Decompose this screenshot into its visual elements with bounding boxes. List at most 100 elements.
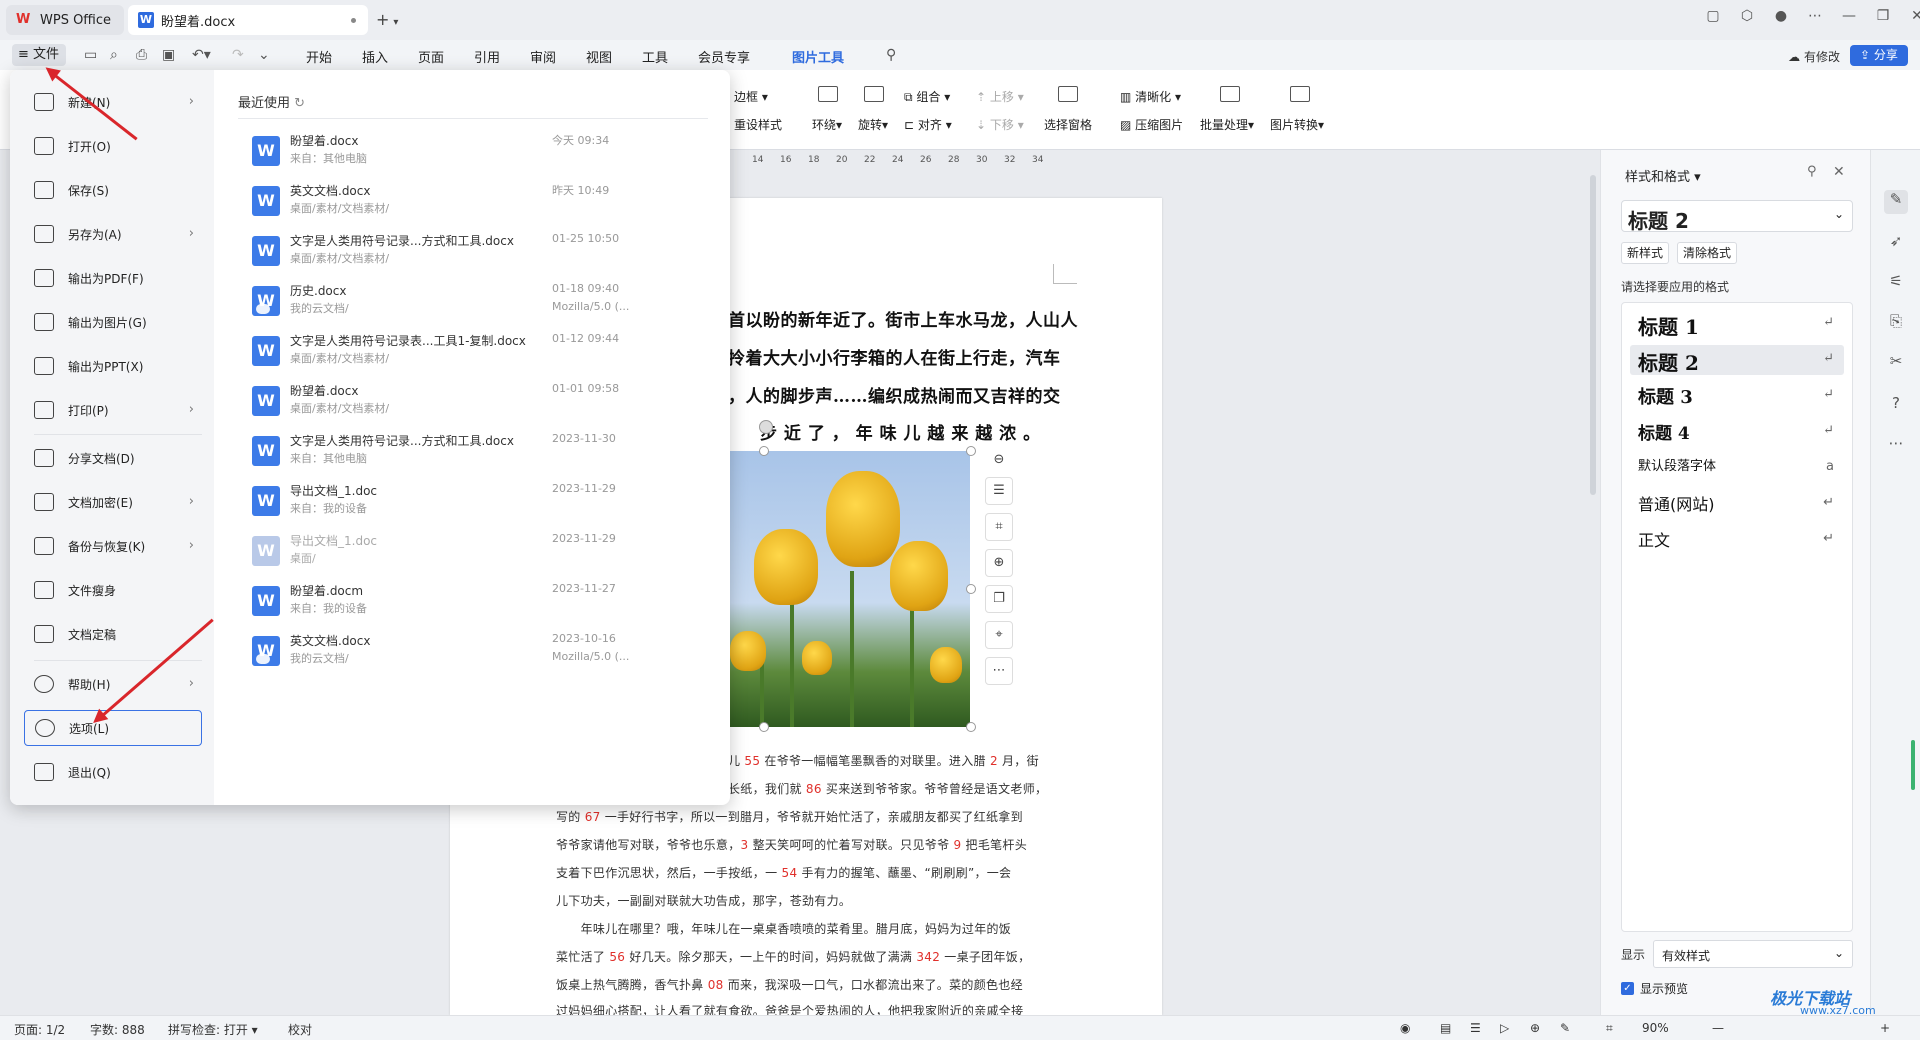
menu-insert[interactable]: 插入 — [362, 47, 388, 66]
clear-format-button[interactable]: 清除格式 — [1677, 242, 1738, 264]
compress-button[interactable]: ▨ 压缩图片 — [1120, 116, 1183, 133]
cube-icon[interactable]: ⬡ — [1730, 8, 1764, 24]
menu-options[interactable]: 选项(L) — [24, 710, 202, 746]
more-icon[interactable]: ⋯ — [1798, 8, 1832, 24]
zoom-out-icon[interactable]: — — [1712, 1021, 1724, 1035]
select-pane-button[interactable]: 选择窗格 — [1044, 116, 1092, 133]
menu-print[interactable]: 打印(P) › — [24, 392, 204, 428]
style-heading4[interactable]: 标题 4 ↵ — [1630, 417, 1844, 447]
menu-finalize[interactable]: 文档定稿 — [24, 616, 204, 652]
menu-encrypt[interactable]: 文档加密(E) › — [24, 484, 204, 520]
menu-page[interactable]: 页面 — [418, 47, 444, 66]
close-icon[interactable]: ✕ — [1900, 8, 1920, 24]
modified-button[interactable]: ☁ 有修改 — [1788, 48, 1840, 65]
menu-export-image[interactable]: 输出为图片(G) — [24, 304, 204, 340]
show-select[interactable]: 有效样式 ⌄ — [1653, 940, 1853, 968]
rotate-handle[interactable] — [759, 420, 773, 434]
recent-file-item[interactable]: W 英文文档.docx 我的云文档/2023-10-16 Mozilla/5.0 (.… — [238, 628, 708, 678]
tulip-picture[interactable] — [730, 451, 970, 727]
resize-handle[interactable] — [966, 722, 976, 732]
zoom-in-icon[interactable]: + — [1880, 1021, 1890, 1035]
more-icon[interactable]: ⋯ — [1884, 434, 1908, 458]
batch-button[interactable]: 批量处理▾ — [1200, 116, 1254, 133]
menu-start[interactable]: 开始 — [306, 47, 332, 66]
avatar[interactable]: ● — [1764, 8, 1798, 24]
recent-file-item[interactable]: W 导出文档_1.doc 桌面/2023-11-29 — [238, 528, 708, 578]
menu-export-pdf[interactable]: 输出为PDF(F) — [24, 260, 204, 296]
menu-export-ppt[interactable]: 输出为PPT(X) — [24, 348, 204, 384]
menu-reference[interactable]: 引用 — [474, 47, 500, 66]
eye-icon[interactable]: ◉ — [1400, 1021, 1410, 1035]
resize-handle[interactable] — [966, 584, 976, 594]
recent-file-item[interactable]: W 文字是人类用符号记录表...工具1-复制.docx 桌面/素材/文档素材/01-… — [238, 328, 708, 378]
menu-exit[interactable]: 退出(Q) — [24, 754, 204, 790]
close-icon[interactable]: ✕ — [1833, 164, 1845, 180]
rotate-button[interactable]: 旋转▾ — [858, 116, 888, 133]
align-button[interactable]: ⊏ 对齐 ▾ — [904, 116, 952, 133]
more-chevron-icon[interactable]: ⌄ — [258, 47, 270, 63]
page-view-icon[interactable]: ▤ — [1440, 1021, 1451, 1035]
border-button[interactable]: 边框 ▾ — [734, 88, 768, 105]
menu-new[interactable]: 新建(N)› — [24, 84, 204, 120]
tab-wps-home[interactable]: W WPS Office — [6, 5, 124, 35]
pen-icon[interactable]: ✎ — [1560, 1021, 1570, 1035]
spell-check[interactable]: 拼写检查: 打开 ▾ — [168, 1021, 258, 1038]
web-icon[interactable]: ⊕ — [1530, 1021, 1540, 1035]
menu-backup[interactable]: 备份与恢复(K) › — [24, 528, 204, 564]
file-menu-button[interactable]: ≡ 文件 — [12, 44, 66, 66]
menu-share[interactable]: 分享文档(D) — [24, 440, 204, 476]
reset-style-button[interactable]: 重设样式 — [734, 116, 782, 133]
fit-icon[interactable]: ⌗ — [1606, 1021, 1613, 1036]
minimize-icon[interactable]: — — [1832, 8, 1866, 24]
menu-picture-tools[interactable]: 图片工具 — [792, 47, 845, 72]
style-default-font[interactable]: 默认段落字体 a — [1630, 453, 1844, 483]
menu-member[interactable]: 会员专享 — [698, 47, 750, 66]
sharpen-button[interactable]: ▥ 清晰化 ▾ — [1120, 88, 1181, 105]
tools-icon[interactable]: ✂ — [1884, 352, 1908, 376]
menu-save-as[interactable]: 另存为(A) › — [24, 216, 204, 252]
menu-save[interactable]: 保存(S) — [24, 172, 204, 208]
menu-slim[interactable]: 文件瘦身 — [24, 572, 204, 608]
recent-file-item[interactable]: W 盼望着.docx 桌面/素材/文档素材/01-01 09:58 — [238, 378, 708, 428]
window-layout-icon[interactable]: ▢ — [1696, 8, 1730, 24]
new-style-button[interactable]: 新样式 — [1621, 242, 1670, 264]
style-heading3[interactable]: 标题 3 ↵ — [1630, 381, 1844, 411]
style-heading2[interactable]: 标题 2 ↵ — [1630, 345, 1844, 375]
wrap-button[interactable]: 环绕▾ — [812, 116, 842, 133]
style-web[interactable]: 普通(网站) ↵ — [1630, 489, 1844, 519]
recent-file-item[interactable]: W 导出文档_1.doc 来自：我的设备 2023-11-29 — [238, 478, 708, 528]
crop-icon[interactable]: ⌗ — [985, 513, 1013, 541]
menu-view[interactable]: 视图 — [586, 47, 612, 66]
print-icon[interactable]: ⎙ — [136, 47, 147, 63]
style-heading1[interactable]: 标题 1 ↵ — [1630, 309, 1844, 339]
cursor-icon[interactable]: ➶ — [1884, 232, 1908, 256]
copy-icon[interactable]: ❐ — [985, 585, 1013, 613]
pen-icon[interactable]: ✎ — [1884, 190, 1908, 214]
more-options-icon[interactable]: ⋯ — [985, 657, 1013, 685]
new-tab-button[interactable]: + ▾ — [376, 10, 398, 29]
convert-button[interactable]: 图片转换▾ — [1270, 116, 1324, 133]
menu-tools[interactable]: 工具 — [642, 47, 668, 66]
zoom-in-icon[interactable]: ⊕ — [985, 549, 1013, 577]
undo-icon[interactable]: ↶▾ — [192, 47, 211, 63]
tab-document[interactable]: W 盼望着.docx — [128, 5, 368, 35]
style-body[interactable]: 正文 ↵ — [1630, 525, 1844, 555]
save-icon[interactable]: ▭ — [84, 47, 97, 63]
preview-checkbox[interactable]: ✓ 显示预览 — [1621, 980, 1688, 997]
resize-handle[interactable] — [759, 722, 769, 732]
proofread[interactable]: 校对 — [288, 1021, 312, 1038]
ocr-icon[interactable]: ⌖ — [985, 621, 1013, 649]
group-button[interactable]: ⧉ 组合 ▾ — [904, 88, 950, 105]
scroll-indicator[interactable] — [1911, 740, 1915, 790]
zoom-out-icon[interactable]: ⊖ — [985, 447, 1013, 475]
recent-file-item[interactable]: W 历史.docx 我的云文档/01-18 09:40 Mozilla/5.0 (..… — [238, 278, 708, 328]
help-icon[interactable]: ? — [1884, 394, 1908, 418]
page-count[interactable]: 页面: 1/2 — [14, 1021, 65, 1038]
vertical-scrollbar[interactable] — [1590, 175, 1596, 495]
layout-options-icon[interactable]: ☰ — [985, 477, 1013, 505]
move-up-button[interactable]: ⇡ 上移 ▾ — [976, 88, 1024, 105]
share-button[interactable]: ⇪ 分享 — [1850, 45, 1908, 66]
zoom-level[interactable]: 90% — [1642, 1021, 1669, 1035]
refresh-icon[interactable]: ↻ — [294, 96, 305, 111]
word-count[interactable]: 字数: 888 — [90, 1021, 145, 1038]
